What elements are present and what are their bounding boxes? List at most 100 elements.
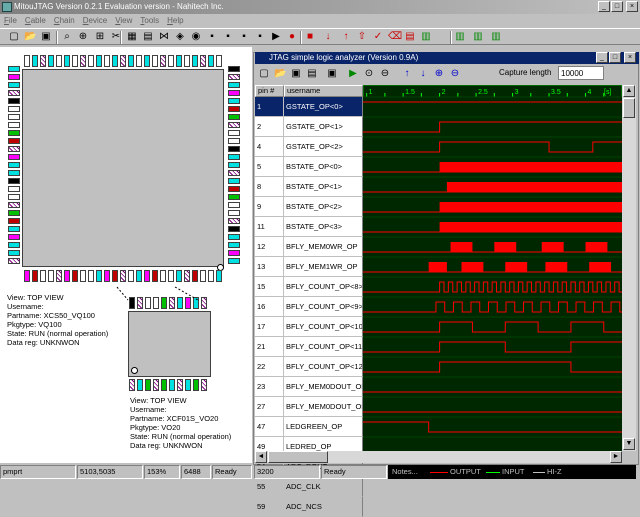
signal-burst: [439, 162, 622, 172]
store-icon[interactable]: ▣: [326, 68, 338, 80]
stop-icon[interactable]: ⊖: [379, 68, 391, 80]
row-pin[interactable]: 11: [255, 217, 284, 237]
notes-button[interactable]: Notes...: [392, 465, 418, 479]
program-icon[interactable]: ⇧: [356, 31, 368, 43]
horizontal-scrollbar[interactable]: ◄ ►: [255, 451, 622, 463]
idcode-icon[interactable]: ▪: [254, 31, 266, 43]
row-signal-name[interactable]: BFLY_MEM0WR_OP: [284, 237, 363, 257]
row-pin[interactable]: 5: [255, 157, 284, 177]
scroll-up-icon[interactable]: ▲: [623, 85, 635, 97]
col-header-pin[interactable]: pin #: [255, 85, 284, 97]
maximize-button[interactable]: □: [611, 1, 623, 12]
analyzer-maximize-button[interactable]: □: [609, 52, 621, 63]
row-signal-name[interactable]: BFLY_COUNT_OP<11>: [284, 337, 363, 357]
scroll-thumb[interactable]: [623, 98, 635, 118]
run-icon[interactable]: ▶: [347, 68, 359, 80]
row-signal-name[interactable]: BFLY_COUNT_OP<12>: [284, 357, 363, 377]
analyzer-close-button[interactable]: ×: [624, 52, 636, 63]
row-signal-name[interactable]: GSTATE_OP<0>: [284, 97, 363, 117]
col-header-username[interactable]: username: [284, 85, 363, 97]
output-swatch: [430, 472, 448, 473]
waveform-view[interactable]: 1 1.5 2 2.5 3 3.5 4 [s]: [363, 85, 622, 451]
row-pin[interactable]: 4: [255, 137, 284, 157]
scroll-down-icon[interactable]: ▼: [623, 438, 635, 450]
row-pin[interactable]: 22: [255, 357, 284, 377]
analyzer-status-count: 3200: [254, 465, 320, 479]
signal-trace: [363, 421, 622, 433]
row-pin[interactable]: 9: [255, 197, 284, 217]
down-arrow-icon[interactable]: ↓: [417, 68, 429, 80]
ruler-label: 3: [515, 89, 519, 96]
signal-burst: [428, 262, 447, 272]
chart-icon[interactable]: ▥: [420, 31, 432, 43]
new-icon[interactable]: ▢: [258, 68, 270, 80]
row-signal-name[interactable]: LEDGREEN_OP: [284, 417, 363, 437]
row-signal-name[interactable]: BFLY_COUNT_OP<10>: [284, 317, 363, 337]
row-pin[interactable]: 1: [255, 97, 284, 117]
row-pin[interactable]: 55: [255, 477, 284, 497]
config-icon[interactable]: ▤: [404, 31, 416, 43]
row-pin[interactable]: 17: [255, 317, 284, 337]
close-button[interactable]: ×: [626, 1, 638, 12]
scroll-left-icon[interactable]: ◄: [255, 451, 267, 463]
row-signal-name[interactable]: BSTATE_OP<0>: [284, 157, 363, 177]
signal-burst: [545, 262, 568, 272]
row-signal-name[interactable]: BFLY_COUNT_OP<8>: [284, 277, 363, 297]
row-pin[interactable]: 16: [255, 297, 284, 317]
run-icon[interactable]: ▶: [270, 31, 282, 43]
row-pin[interactable]: 2: [255, 117, 284, 137]
row-signal-name[interactable]: BFLY_COUNT_OP<9>: [284, 297, 363, 317]
row-pin[interactable]: 59: [255, 497, 284, 517]
row-pin[interactable]: 21: [255, 337, 284, 357]
row-signal-name[interactable]: BFLY_MEM1WR_OP: [284, 257, 363, 277]
open-icon[interactable]: 📂: [274, 68, 286, 80]
chart2-icon[interactable]: ▥: [454, 31, 466, 43]
row-pin[interactable]: 12: [255, 237, 284, 257]
row-signal-name[interactable]: GSTATE_OP<1>: [284, 117, 363, 137]
hscroll-thumb[interactable]: [268, 451, 328, 463]
chip2-view: View: TOP VIEW: [130, 396, 187, 405]
save-icon[interactable]: ▣: [290, 68, 302, 80]
row-signal-name[interactable]: BSTATE_OP<1>: [284, 177, 363, 197]
single-icon[interactable]: ⊙: [363, 68, 375, 80]
row-signal-name[interactable]: GSTATE_OP<2>: [284, 137, 363, 157]
row-signal-name[interactable]: BSTATE_OP<3>: [284, 217, 363, 237]
signal-burst: [494, 242, 517, 252]
row-pin[interactable]: 8: [255, 177, 284, 197]
analyzer-toolbar: Capture length ▢ 📂 ▣ ▤ ▣ ▶ ⊙ ⊖ ↑ ↓ ⊕ ⊖: [255, 65, 639, 84]
chart4-icon[interactable]: ▥: [490, 31, 502, 43]
erase-icon[interactable]: ⌫: [388, 31, 402, 43]
row-signal-name[interactable]: BFLY_MEM0DOUT_OP: [284, 377, 363, 397]
stop-icon[interactable]: ●: [286, 31, 298, 43]
load-icon[interactable]: ▤: [306, 68, 318, 80]
zoom-in-icon[interactable]: ⊕: [433, 68, 445, 80]
row-pin[interactable]: 13: [255, 257, 284, 277]
signal-burst: [439, 202, 622, 212]
chart3-icon[interactable]: ▥: [472, 31, 484, 43]
chip1-view: View: TOP VIEW: [7, 293, 64, 302]
input-swatch: [486, 472, 500, 473]
row-signal-name[interactable]: BSTATE_OP<2>: [284, 197, 363, 217]
up-arrow-icon[interactable]: ↑: [401, 68, 413, 80]
row-pin[interactable]: 47: [255, 417, 284, 437]
analyzer-minimize-button[interactable]: _: [596, 52, 608, 63]
row-signal-name[interactable]: BFLY_MEM0DOUT_OP: [284, 397, 363, 417]
arrow-down-icon[interactable]: ↓: [322, 31, 334, 43]
ruler-label: 2: [442, 89, 446, 96]
scroll-right-icon[interactable]: ►: [610, 451, 622, 463]
minimize-button[interactable]: _: [598, 1, 610, 12]
hiz-swatch: [533, 472, 545, 473]
arrow-up-icon[interactable]: ↑: [340, 31, 352, 43]
legend-input: INPUT: [502, 467, 525, 476]
vertical-scrollbar[interactable]: ▲ ▼: [622, 85, 636, 451]
row-pin[interactable]: 15: [255, 277, 284, 297]
row-signal-name[interactable]: ADC_NCS: [284, 497, 363, 517]
row-pin[interactable]: 27: [255, 397, 284, 417]
verify-icon[interactable]: ✓: [372, 31, 384, 43]
reset-icon[interactable]: ■: [304, 31, 316, 43]
zoom-out-icon[interactable]: ⊖: [449, 68, 461, 80]
chip1-info: View: TOP VIEW Username: Partname: XCS50…: [7, 293, 108, 347]
row-pin[interactable]: 23: [255, 377, 284, 397]
row-signal-name[interactable]: ADC_CLK: [284, 477, 363, 497]
capture-length-input[interactable]: [558, 66, 604, 80]
